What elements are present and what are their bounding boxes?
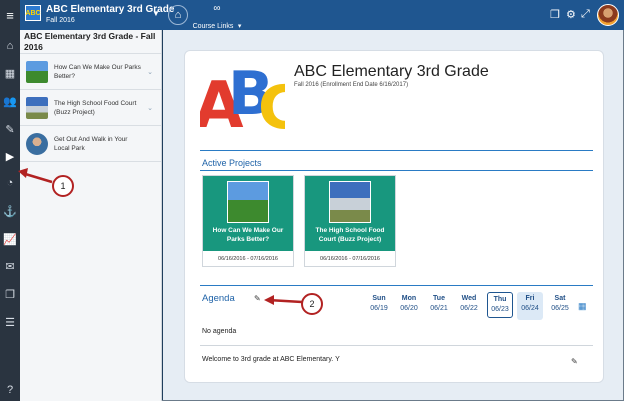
- callout-1: 1: [52, 175, 74, 197]
- annotation-arrows: [18, 168, 303, 305]
- annotation-arrowhead-2: [264, 295, 274, 305]
- annotation-arrowhead-1: [18, 168, 28, 178]
- callout-2: 2: [301, 293, 323, 315]
